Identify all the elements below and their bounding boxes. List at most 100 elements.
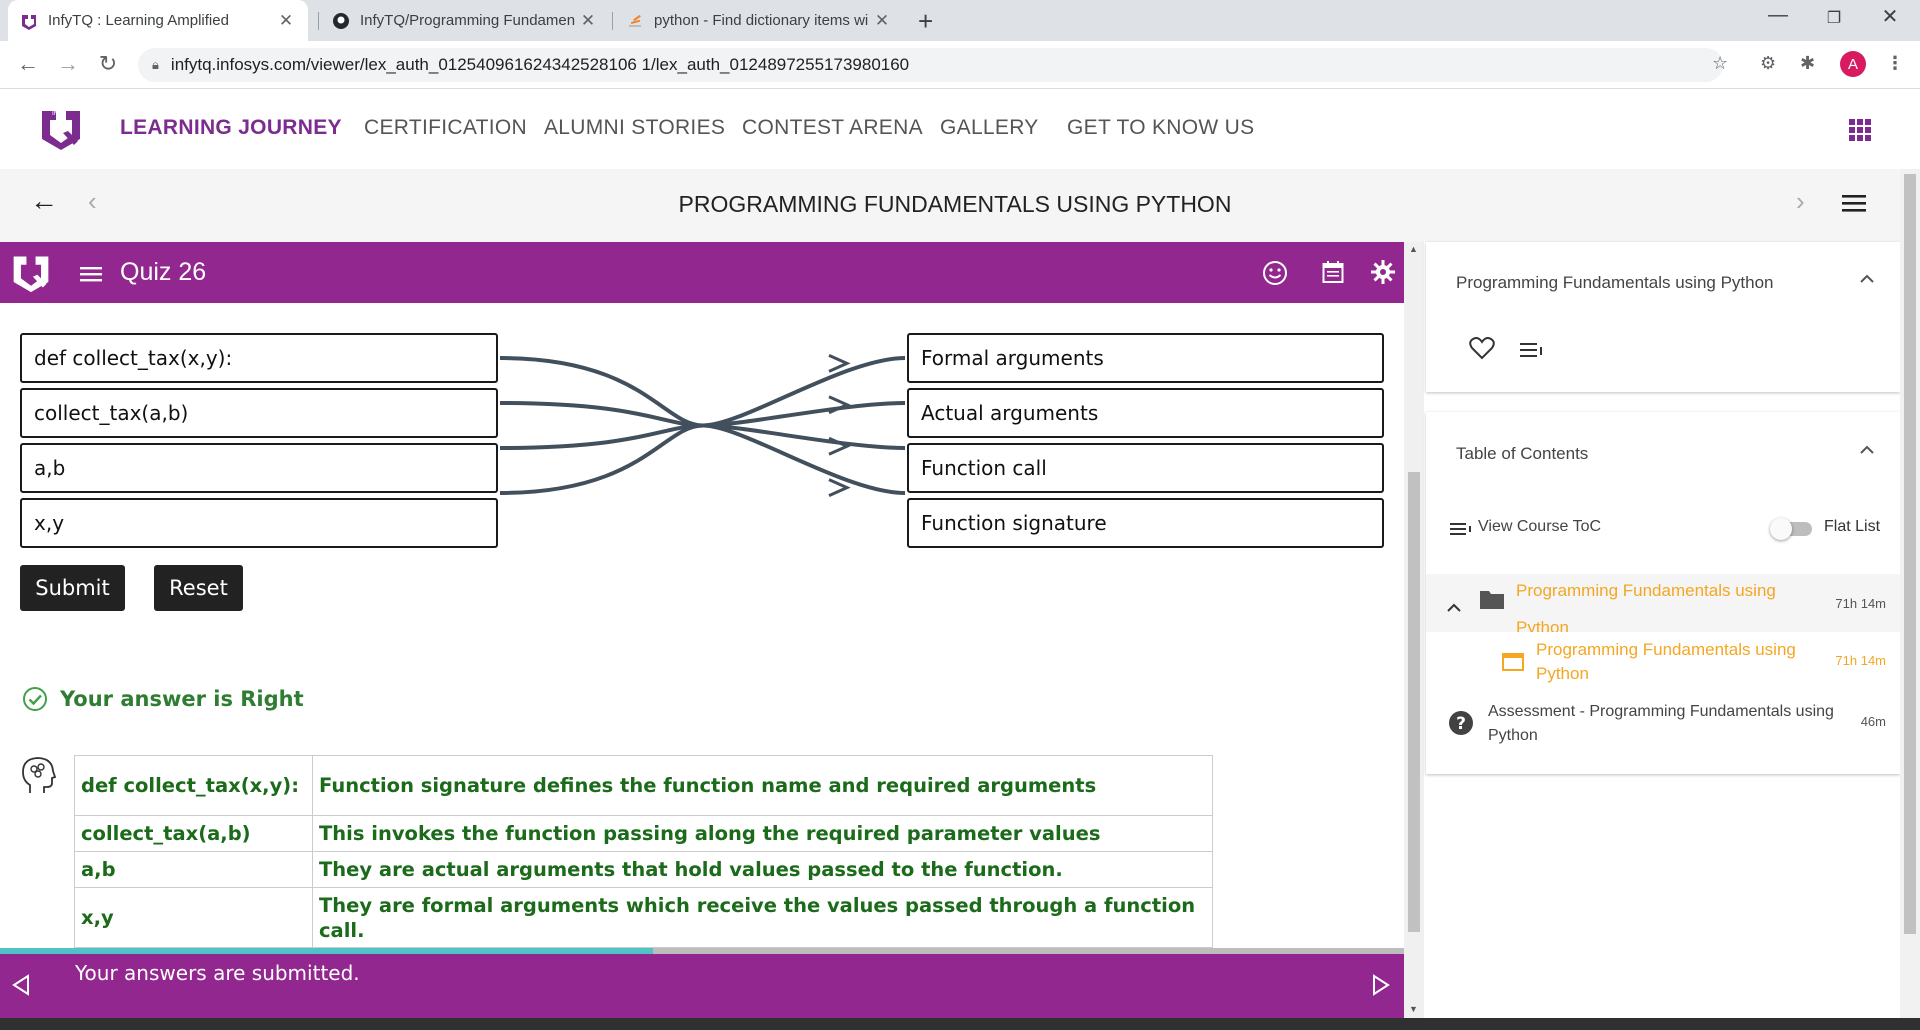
page-scrollbar[interactable]: [1900, 169, 1920, 1030]
match-connectors: [499, 354, 906, 497]
browser-tab-stackoverflow[interactable]: python - Find dictionary items wi ✕: [614, 0, 904, 41]
svg-text:?: ?: [1456, 714, 1466, 734]
toc-item-duration: 71h 14m: [1835, 653, 1886, 668]
browser-tab-github[interactable]: InfyTQ/Programming Fundamen ✕: [320, 0, 610, 41]
bookmark-star-icon[interactable]: ☆: [1712, 53, 1728, 74]
restore-window-icon[interactable]: ❐: [1814, 8, 1854, 28]
match-connector-arrow: [828, 478, 851, 497]
next-chevron-icon[interactable]: ›: [1796, 186, 1805, 217]
submit-button[interactable]: Submit: [20, 565, 125, 611]
flat-list-label: Flat List: [1824, 518, 1881, 535]
close-window-icon[interactable]: ✕: [1870, 4, 1910, 29]
toc-item-assessment[interactable]: ? Assessment - Programming Fundamentals …: [1426, 694, 1900, 754]
course-window-icon: [1502, 653, 1524, 676]
scrollbar-thumb[interactable]: [1408, 472, 1420, 932]
explanation-desc: They are actual arguments that hold valu…: [312, 851, 1213, 888]
expand-chevron-icon[interactable]: [1446, 600, 1462, 618]
close-tab-icon[interactable]: ✕: [578, 11, 598, 31]
toc-item-module[interactable]: Programming Fundamentals using Python 71…: [1426, 574, 1900, 632]
match-connector-arrow: [828, 436, 851, 456]
course-title: PROGRAMMING FUNDAMENTALS USING PYTHON: [678, 191, 1232, 217]
extensions-puzzle-icon[interactable]: ✱: [1800, 53, 1815, 74]
table-row: collect_tax(a,b) This invokes the functi…: [74, 815, 1213, 852]
browser-tab-infytq[interactable]: InfyTQ : Learning Amplified ✕: [8, 0, 308, 41]
collapse-chevron-icon[interactable]: [1859, 439, 1875, 460]
nav-alumni-stories[interactable]: ALUMNI STORIES: [544, 116, 725, 140]
nav-get-to-know-us[interactable]: GET TO KNOW US: [1067, 116, 1254, 140]
quiz-scrollbar[interactable]: ▲ ▼: [1404, 242, 1424, 1018]
toc-item-label: Programming Fundamentals using Python: [1516, 581, 1776, 632]
minimize-window-icon[interactable]: —: [1758, 4, 1798, 27]
explanation-term: x,y: [74, 887, 313, 948]
scroll-up-arrow-icon[interactable]: ▲: [1409, 244, 1418, 254]
profile-avatar[interactable]: A: [1840, 51, 1866, 77]
course-header: ← ‹ PROGRAMMING FUNDAMENTALS USING PYTHO…: [0, 169, 1920, 242]
explanation-desc: This invokes the function passing along …: [312, 815, 1213, 852]
nav-contest-arena[interactable]: CONTEST ARENA: [742, 116, 923, 140]
feedback-smiley-icon[interactable]: [1262, 260, 1288, 291]
hamburger-menu-icon[interactable]: [1842, 193, 1866, 218]
previous-triangle-icon[interactable]: [12, 974, 30, 1001]
browser-menu-kebab-icon[interactable]: ⋮: [1886, 53, 1904, 74]
quiz-menu-icon[interactable]: [80, 266, 102, 287]
close-tab-icon[interactable]: ✕: [276, 11, 296, 31]
reset-button[interactable]: Reset: [154, 565, 243, 611]
brain-head-icon: [20, 755, 58, 800]
settings-gear-icon[interactable]: [1370, 259, 1396, 290]
infytq-logo[interactable]: INFY: [38, 105, 84, 156]
view-course-toc-link[interactable]: View Course ToC: [1478, 518, 1601, 536]
apps-grid-icon[interactable]: [1849, 119, 1871, 141]
explanation-term: collect_tax(a,b): [74, 815, 313, 852]
lock-icon: 🔒︎: [152, 57, 159, 72]
explanation-term: def collect_tax(x,y):: [74, 755, 313, 816]
tab-title: InfyTQ/Programming Fundamen: [360, 12, 576, 29]
site-navigation: INFY LEARNING JOURNEY CERTIFICATION ALUM…: [0, 89, 1920, 169]
back-arrow-icon[interactable]: ←: [14, 51, 42, 77]
stackoverflow-favicon-icon: [626, 12, 644, 30]
nav-certification[interactable]: CERTIFICATION: [364, 116, 527, 140]
forward-arrow-icon[interactable]: →: [54, 51, 82, 77]
url-text: infytq.infosys.com/viewer/lex_auth_01254…: [170, 55, 910, 74]
course-card-title: Programming Fundamentals using Python: [1456, 273, 1774, 292]
new-tab-plus-icon[interactable]: +: [918, 6, 933, 37]
table-row: def collect_tax(x,y): Function signature…: [74, 755, 1213, 816]
course-sidebar: Programming Fundamentals using Python Ta…: [1424, 242, 1900, 1030]
next-triangle-icon[interactable]: [1372, 974, 1390, 1001]
reload-icon[interactable]: ↻: [94, 51, 122, 77]
tab-title: python - Find dictionary items wi: [654, 12, 869, 29]
course-card: Programming Fundamentals using Python: [1426, 242, 1900, 392]
close-tab-icon[interactable]: ✕: [872, 11, 892, 31]
tab-separator: [318, 12, 319, 30]
heart-icon[interactable]: [1469, 336, 1495, 365]
scrollbar-thumb[interactable]: [1904, 174, 1916, 934]
explanation-desc: Function signature defines the function …: [312, 755, 1213, 816]
svg-text:INFY: INFY: [52, 110, 66, 117]
scroll-down-arrow-icon[interactable]: ▼: [1409, 1004, 1418, 1014]
explanation-desc: They are formal arguments which receive …: [312, 887, 1213, 948]
extension-gear-icon[interactable]: ⚙: [1760, 53, 1776, 74]
help-circle-icon: ?: [1448, 710, 1474, 741]
folder-icon: [1479, 588, 1505, 615]
table-of-contents-card: Table of Contents View Course ToC Flat L…: [1426, 412, 1900, 774]
toc-item-label: Programming Fundamentals using Python: [1536, 640, 1796, 683]
playlist-icon[interactable]: [1520, 342, 1544, 363]
result-message: Your answer is Right: [22, 686, 304, 712]
explanation-table: def collect_tax(x,y): Function signature…: [74, 755, 1213, 948]
table-row: a,b They are actual arguments that hold …: [74, 851, 1213, 888]
toc-item-course[interactable]: Programming Fundamentals using Python 71…: [1426, 632, 1900, 692]
browser-toolbar: ← → ↻ 🔒︎ infytq.infosys.com/viewer/lex_a…: [0, 41, 1920, 89]
match-connector-arrow: [828, 354, 851, 373]
collapse-chevron-icon[interactable]: [1859, 268, 1875, 289]
toc-title: Table of Contents: [1456, 444, 1589, 463]
calendar-icon[interactable]: [1322, 260, 1344, 289]
nav-learning-journey[interactable]: LEARNING JOURNEY: [120, 116, 342, 140]
address-bar[interactable]: 🔒︎ infytq.infosys.com/viewer/lex_auth_01…: [138, 48, 1723, 82]
check-circle-icon: [22, 686, 48, 712]
nav-gallery[interactable]: GALLERY: [940, 116, 1039, 140]
match-connector-line: [499, 356, 906, 495]
table-row: x,y They are formal arguments which rece…: [74, 887, 1213, 948]
github-favicon-icon: [332, 12, 350, 30]
flat-list-toggle[interactable]: [1770, 518, 1814, 540]
result-text: Your answer is Right: [60, 687, 304, 711]
infytq-favicon-icon: [20, 12, 38, 30]
